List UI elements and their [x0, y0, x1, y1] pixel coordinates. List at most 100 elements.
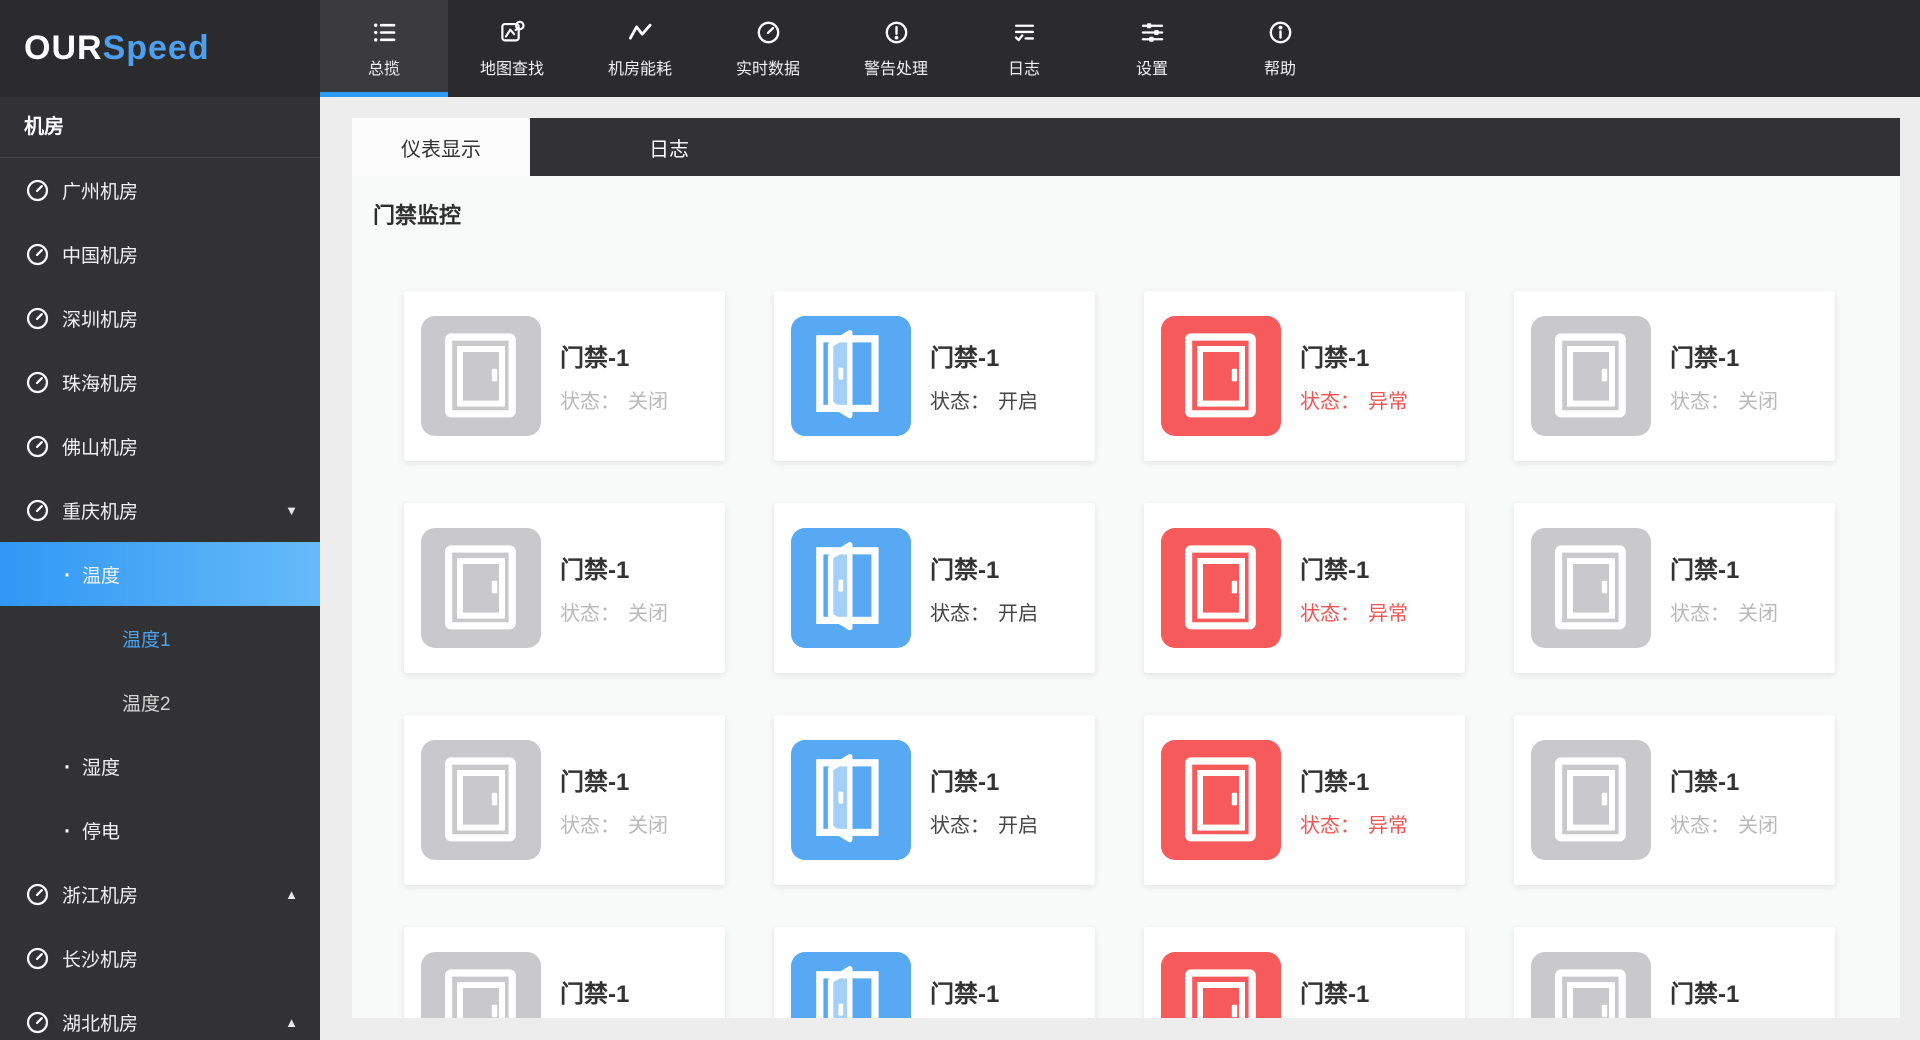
sidebar-item-label: 重庆机房 — [62, 501, 139, 523]
door-card[interactable]: 门禁-1 状态：开启 — [774, 291, 1095, 461]
gauge-icon — [755, 19, 782, 46]
tab-meter-display[interactable]: 仪表显示 — [352, 118, 530, 176]
door-card[interactable]: 门禁-1 状态：关闭 — [404, 291, 725, 461]
top-nav: 总揽 地图查找 机房能耗 实时数据 警告处理 日志 设置 帮助 — [320, 0, 1344, 97]
door-card[interactable]: 门禁-1 状态：关闭 — [404, 927, 725, 1018]
door-closed-icon — [421, 740, 541, 860]
sidebar-item-label: 温度2 — [122, 693, 171, 715]
door-card-grid: 门禁-1 状态： 关闭 门禁-1 状态： 开启 门禁-1 状态： 异常 门禁-1… — [404, 291, 1835, 1018]
section-title: 门禁监控 — [373, 203, 462, 228]
sidebar-item-room-shenzhen[interactable]: 深圳机房 — [0, 286, 320, 350]
sidebar-item-label: 湖北机房 — [62, 1013, 139, 1035]
sidebar-item-label: 珠海机房 — [62, 373, 139, 395]
logo-text-speed: Speed — [102, 29, 210, 67]
door-card-status: 状态： 关闭 — [560, 391, 668, 413]
nav-item-settings[interactable]: 设置 — [1088, 0, 1216, 97]
sidebar-item-label: 温度 — [82, 565, 121, 587]
top-header: OUR Speed 总揽 地图查找 机房能耗 实时数据 警告处理 日志 设置 帮… — [0, 0, 1920, 97]
nav-label: 机房能耗 — [607, 60, 672, 78]
door-card[interactable]: 门禁-1 状态：关闭 — [1514, 503, 1835, 673]
nav-item-realtime[interactable]: 实时数据 — [704, 0, 832, 97]
door-card[interactable]: 门禁-1 状态：异常 — [1144, 291, 1465, 461]
door-card-title: 门禁-1 — [930, 345, 1000, 372]
door-card[interactable]: 门禁-1 状态：异常 — [1144, 715, 1465, 885]
door-abnormal-icon — [1161, 952, 1281, 1018]
nav-label: 警告处理 — [863, 60, 928, 78]
door-card[interactable]: 门禁-1 状态：开启 — [774, 715, 1095, 885]
sidebar-item-humidity[interactable]: · 湿度 — [0, 734, 320, 798]
door-card[interactable]: 门禁-1 状态：关闭 — [1514, 715, 1835, 885]
door-abnormal-icon — [1161, 740, 1281, 860]
door-card-status: 状态： 关闭 — [1670, 815, 1778, 837]
door-card[interactable]: 门禁-1 状态：异常 — [1144, 503, 1465, 673]
sidebar-item-label: 长沙机房 — [62, 949, 139, 971]
nav-item-overview[interactable]: 总揽 — [320, 0, 448, 97]
door-card-title: 门禁-1 — [1670, 345, 1740, 372]
nav-item-logs[interactable]: 日志 — [960, 0, 1088, 97]
door-card[interactable]: 门禁-1 状态：异常 — [1144, 927, 1465, 1018]
door-closed-icon — [1531, 528, 1651, 648]
door-card-status: 状态： 异常 — [1300, 603, 1408, 625]
nav-item-alerts[interactable]: 警告处理 — [832, 0, 960, 97]
sidebar-item-temperature[interactable]: · 温度 — [0, 542, 320, 606]
chevron-down-icon[interactable]: ▼ — [285, 503, 298, 518]
door-card[interactable]: 门禁-1 状态：开启 — [774, 503, 1095, 673]
nav-item-help[interactable]: 帮助 — [1216, 0, 1344, 97]
door-card-title: 门禁-1 — [1670, 769, 1740, 796]
nav-item-energy[interactable]: 机房能耗 — [576, 0, 704, 97]
door-card-status: 状态： 开启 — [930, 391, 1038, 413]
door-card-status: 状态： 开启 — [930, 603, 1038, 625]
door-card[interactable]: 门禁-1 状态：关闭 — [1514, 927, 1835, 1018]
door-card-status: 状态： 开启 — [930, 815, 1038, 837]
door-card-title: 门禁-1 — [1300, 769, 1370, 796]
gauge-icon — [26, 435, 49, 457]
gauge-icon — [26, 307, 49, 329]
sidebar-item-label: 深圳机房 — [62, 309, 139, 331]
chevron-up-icon[interactable]: ▲ — [285, 887, 298, 902]
sidebar-item-room-chongqing[interactable]: 重庆机房 ▼ — [0, 478, 320, 542]
app-logo: OUR Speed — [24, 0, 320, 97]
sidebar-item-label: 佛山机房 — [62, 437, 139, 459]
gauge-icon — [26, 883, 49, 905]
door-card[interactable]: 门禁-1 状态：关闭 — [404, 715, 725, 885]
sidebar-item-room-changsha[interactable]: 长沙机房 — [0, 926, 320, 990]
door-card[interactable]: 门禁-1 状态：关闭 — [1514, 291, 1835, 461]
door-card-title: 门禁-1 — [1300, 981, 1370, 1008]
sidebar-item-label: 温度1 — [122, 629, 171, 651]
sidebar-item-temperature-1[interactable]: 温度1 — [0, 606, 320, 670]
gauge-icon — [26, 947, 49, 969]
door-card[interactable]: 门禁-1 状态：关闭 — [404, 503, 725, 673]
door-card-status: 状态： 关闭 — [1670, 391, 1778, 413]
door-closed-icon — [1531, 740, 1651, 860]
door-card-title: 门禁-1 — [930, 981, 1000, 1008]
door-card-title: 门禁-1 — [560, 981, 630, 1008]
door-card-status: 状态： 关闭 — [560, 815, 668, 837]
sidebar-item-room-zhuhai[interactable]: 珠海机房 — [0, 350, 320, 414]
tab-log[interactable]: 日志 — [580, 118, 758, 176]
content-tabbar: 仪表显示 日志 — [352, 118, 1900, 176]
sidebar-item-room-zhongguo[interactable]: 中国机房 — [0, 222, 320, 286]
sidebar-item-room-guangzhou[interactable]: 广州机房 — [0, 158, 320, 222]
sidebar-item-temperature-2[interactable]: 温度2 — [0, 670, 320, 734]
sidebar-item-room-zhejiang[interactable]: 浙江机房 ▲ — [0, 862, 320, 926]
door-card-title: 门禁-1 — [560, 345, 630, 372]
overview-list-icon — [371, 19, 398, 46]
map-search-icon — [499, 19, 526, 46]
chevron-up-icon[interactable]: ▲ — [285, 1015, 298, 1030]
sidebar-item-room-hubei[interactable]: 湖北机房 ▲ — [0, 990, 320, 1040]
door-card[interactable]: 门禁-1 状态：开启 — [774, 927, 1095, 1018]
nav-label: 总揽 — [367, 60, 400, 78]
nav-item-map-search[interactable]: 地图查找 — [448, 0, 576, 97]
door-open-icon — [791, 952, 911, 1018]
door-card-status: 状态： 关闭 — [560, 603, 668, 625]
nav-label: 地图查找 — [479, 60, 544, 78]
gauge-icon — [26, 371, 49, 393]
door-card-title: 门禁-1 — [930, 769, 1000, 796]
door-closed-icon — [1531, 952, 1651, 1018]
door-card-title: 门禁-1 — [560, 769, 630, 796]
sidebar-item-room-foshan[interactable]: 佛山机房 — [0, 414, 320, 478]
bullet-dot: · — [62, 813, 72, 846]
sidebar-item-power-outage[interactable]: · 停电 — [0, 798, 320, 862]
door-abnormal-icon — [1161, 528, 1281, 648]
nav-label: 日志 — [1007, 60, 1040, 78]
